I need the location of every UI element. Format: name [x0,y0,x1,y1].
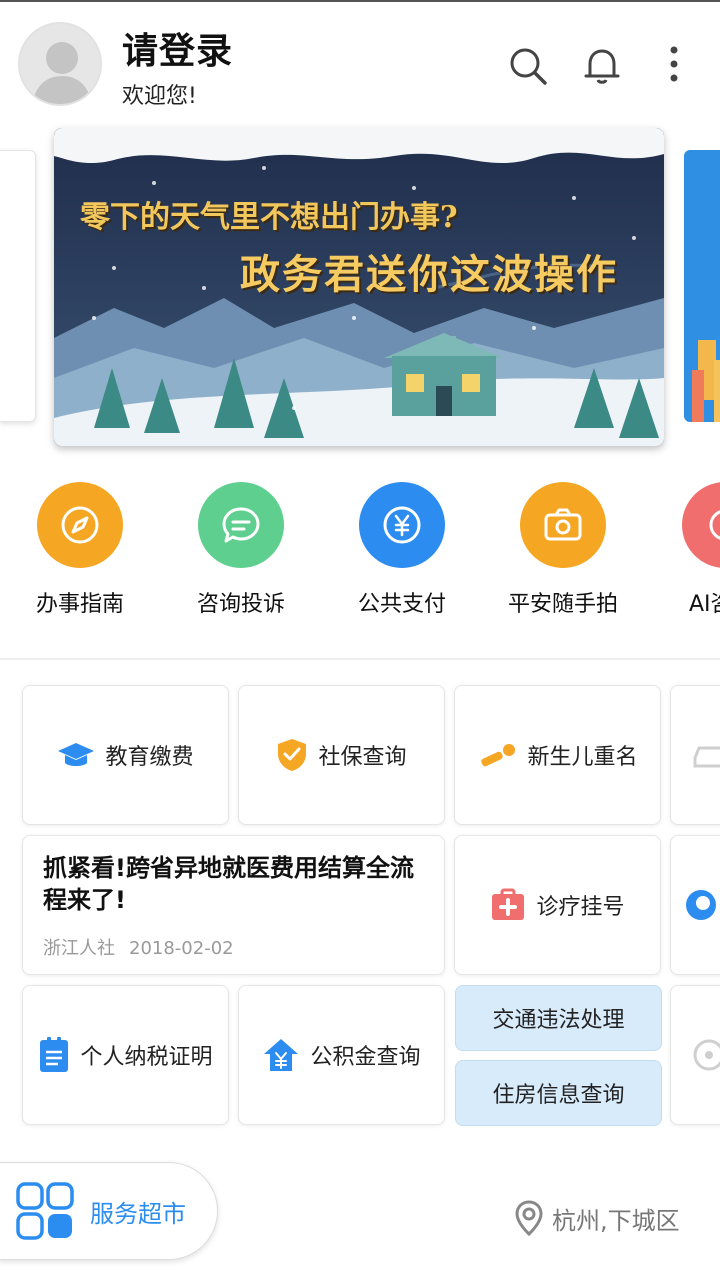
camera-icon [520,482,606,568]
bell-icon[interactable] [578,42,626,90]
card-label: 诊疗挂号 [536,895,625,920]
yuan-coin-icon [359,482,445,568]
banner-carousel[interactable]: 零下的天气里不想出门办事? 政务君送你这波操作 [54,128,664,446]
swirl-icon [686,890,716,920]
city-illustration [692,340,720,422]
location-label: 杭州,下城区 [552,1206,680,1235]
quick-label: 办事指南 [35,592,124,617]
carousel-prev-card[interactable] [0,150,36,422]
section-divider [0,658,720,660]
quick-label: 平安随手拍 [508,592,619,617]
service-market-label: 服务超市 [90,1199,186,1228]
news-date: 2018-02-02 [129,938,234,959]
user-silhouette-icon [20,24,100,104]
grid-apps-icon [16,1182,74,1240]
housing-info-button[interactable]: 住房信息查询 [455,1060,662,1126]
app-header: 请登录 欢迎您! [0,0,720,120]
ai-icon [682,482,720,568]
quick-public-payment[interactable]: 公共支付 [347,482,457,618]
first-aid-kit-icon [492,888,525,920]
driving-card-partial[interactable] [670,985,720,1125]
news-title: 抓紧看!跨省异地就医费用结算全流程来了! [43,854,414,914]
medical-registration-card[interactable]: 诊疗挂号 [454,835,661,975]
quick-ai-consult[interactable]: AI咨 [669,482,720,618]
welcome-text: 欢迎您! [122,84,197,109]
quick-label: 公共支付 [357,592,446,617]
search-icon[interactable] [504,42,552,90]
quick-label: AI咨 [689,592,720,617]
vehicle-card-partial[interactable] [670,685,720,825]
news-source: 浙江人社 [43,938,115,959]
location-pin-icon [515,1200,543,1236]
newborn-name-card[interactable]: 新生儿重名 [454,685,661,825]
education-payment-card[interactable]: 教育缴费 [22,685,229,825]
traffic-violation-button[interactable]: 交通违法处理 [455,985,662,1051]
location-selector[interactable]: 杭州,下城区 [514,1200,680,1236]
card-label: 社保查询 [318,745,407,770]
quick-safety-photo[interactable]: 平安随手拍 [508,482,618,618]
card-label: 个人纳税证明 [80,1045,213,1070]
compass-icon [37,482,123,568]
steering-wheel-icon [693,1039,720,1071]
banner-slogan: 政务君送你这波操作 [240,251,618,298]
quick-service-guide[interactable]: 办事指南 [25,482,135,618]
login-prompt[interactable]: 请登录 [122,22,233,74]
social-security-card[interactable]: 社保查询 [238,685,445,825]
graduation-cap-icon [58,743,95,766]
document-list-icon [40,1037,69,1072]
pacifier-icon [481,744,516,767]
car-icon [693,746,720,768]
service-card-partial[interactable] [670,835,720,975]
chat-icon [198,482,284,568]
banner-headline: 零下的天气里不想出门办事? [80,200,458,235]
service-market-button[interactable]: 服务超市 [0,1162,218,1260]
avatar[interactable] [18,22,102,106]
quick-label: 咨询投诉 [196,592,285,617]
card-label: 教育缴费 [105,745,194,770]
tax-certificate-card[interactable]: 个人纳税证明 [22,985,229,1125]
card-label: 公积金查询 [310,1045,421,1070]
quick-consult-complaint[interactable]: 咨询投诉 [186,482,296,618]
more-vertical-icon[interactable] [650,42,698,90]
news-meta: 浙江人社 2018-02-02 [43,934,248,960]
card-label: 新生儿重名 [527,745,638,770]
house-yuan-icon [264,1039,299,1071]
shield-check-icon [278,739,307,771]
news-card[interactable]: 抓紧看!跨省异地就医费用结算全流程来了! 浙江人社 2018-02-02 [22,835,445,975]
carousel-next-card[interactable] [684,150,720,422]
housing-fund-card[interactable]: 公积金查询 [238,985,445,1125]
